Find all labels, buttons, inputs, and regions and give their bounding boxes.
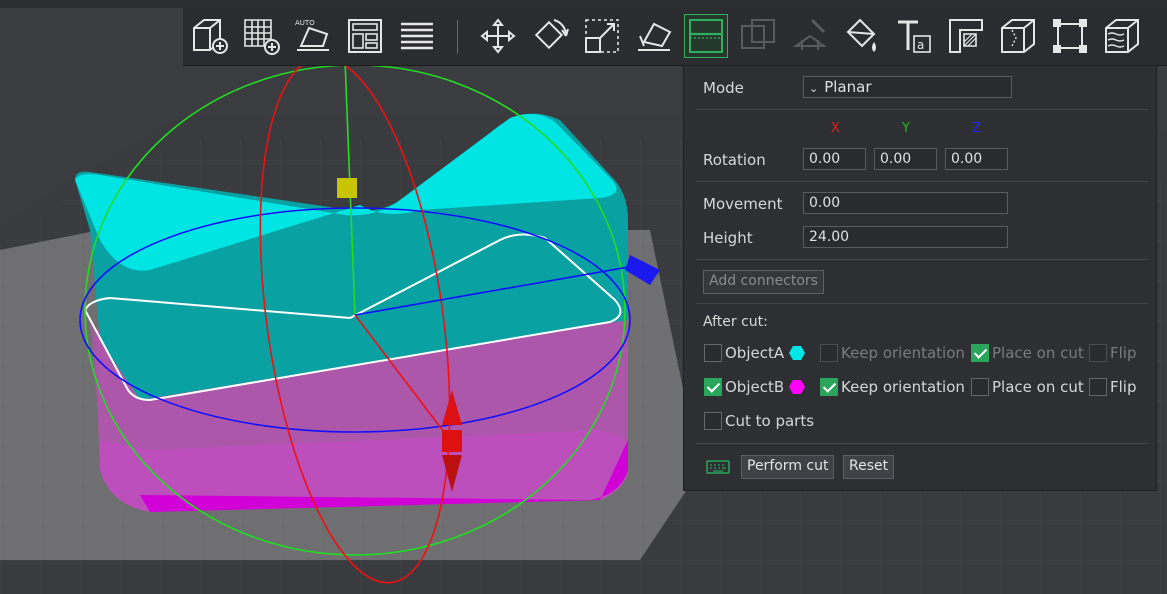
- toolbar-separator: [457, 20, 458, 54]
- scale-icon[interactable]: [580, 14, 624, 58]
- mode-select[interactable]: ⌄ Planar: [803, 76, 1012, 98]
- keyboard-icon[interactable]: [706, 459, 730, 475]
- move-icon[interactable]: [476, 14, 520, 58]
- b-place-on-cut-checkbox[interactable]: [971, 378, 989, 396]
- rotation-label: Rotation: [703, 151, 766, 169]
- text-icon[interactable]: a: [892, 14, 936, 58]
- divider: [696, 303, 1148, 304]
- mesh-boolean-icon[interactable]: [736, 14, 780, 58]
- fuzzy-skin-icon[interactable]: [1100, 14, 1144, 58]
- support-paint-icon[interactable]: [788, 14, 832, 58]
- movement-label: Movement: [703, 195, 783, 213]
- a-place-on-cut-checkbox[interactable]: [971, 344, 989, 362]
- height-field[interactable]: 24.00: [803, 226, 1008, 248]
- axis-y-label: Y: [902, 121, 910, 136]
- b-flip-checkbox[interactable]: [1089, 378, 1107, 396]
- object-a-label: ObjectA: [725, 344, 785, 362]
- cut-to-parts-checkbox[interactable]: [704, 412, 722, 430]
- object-a-color-icon: [789, 346, 805, 360]
- object-b-checkbox[interactable]: [704, 378, 722, 396]
- after-cut-label: After cut:: [703, 314, 768, 330]
- svg-text:a: a: [917, 38, 924, 52]
- a-place-on-cut-label: Place on cut: [992, 344, 1084, 362]
- add-connectors-button[interactable]: Add connectors: [703, 270, 824, 294]
- color-paint-icon[interactable]: [840, 14, 884, 58]
- reset-button[interactable]: Reset: [843, 455, 895, 479]
- axis-x-label: X: [831, 121, 840, 136]
- a-keep-orientation-label: Keep orientation: [841, 344, 965, 362]
- measure-icon[interactable]: [944, 14, 988, 58]
- gizmo-toolbar: AUTO a: [183, 8, 1167, 66]
- object-b-label: ObjectB: [725, 378, 785, 396]
- perform-cut-button[interactable]: Perform cut: [741, 455, 835, 479]
- seam-paint-icon[interactable]: [996, 14, 1040, 58]
- arrange-icon[interactable]: [343, 14, 387, 58]
- b-keep-orientation-label: Keep orientation: [841, 378, 965, 396]
- rotation-z-field[interactable]: 0.00: [945, 148, 1008, 170]
- auto-orient-icon[interactable]: AUTO: [291, 14, 335, 58]
- movement-field[interactable]: 0.00: [803, 192, 1008, 214]
- a-keep-orientation-checkbox[interactable]: [820, 344, 838, 362]
- divider: [696, 443, 1148, 444]
- add-grid-icon[interactable]: [239, 14, 283, 58]
- a-flip-checkbox[interactable]: [1089, 344, 1107, 362]
- height-label: Height: [703, 229, 753, 247]
- cut-panel: Mode ⌄ Planar X Y Z Rotation 0.00 0.00 0.…: [683, 65, 1157, 491]
- mode-select-value: Planar: [824, 78, 872, 96]
- add-cube-icon[interactable]: [188, 14, 232, 58]
- rotation-y-field[interactable]: 0.00: [874, 148, 937, 170]
- chevron-down-icon: ⌄: [809, 82, 819, 95]
- assembly-icon[interactable]: [1048, 14, 1092, 58]
- svg-text:AUTO: AUTO: [295, 19, 315, 27]
- mode-label: Mode: [703, 79, 744, 97]
- cut-to-parts-label: Cut to parts: [725, 412, 815, 430]
- b-flip-label: Flip: [1110, 378, 1137, 396]
- object-a-checkbox[interactable]: [704, 344, 722, 362]
- divider: [696, 181, 1148, 182]
- b-keep-orientation-checkbox[interactable]: [820, 378, 838, 396]
- axis-z-label: Z: [972, 121, 981, 136]
- a-flip-label: Flip: [1110, 344, 1137, 362]
- rotation-x-field[interactable]: 0.00: [803, 148, 866, 170]
- divider: [696, 259, 1148, 260]
- divider: [696, 109, 1148, 110]
- lay-on-face-icon[interactable]: [632, 14, 676, 58]
- object-b-color-icon: [789, 380, 805, 394]
- b-place-on-cut-label: Place on cut: [992, 378, 1084, 396]
- rotate-icon[interactable]: [528, 14, 572, 58]
- cut-icon[interactable]: [684, 14, 728, 58]
- layers-list-icon[interactable]: [395, 14, 439, 58]
